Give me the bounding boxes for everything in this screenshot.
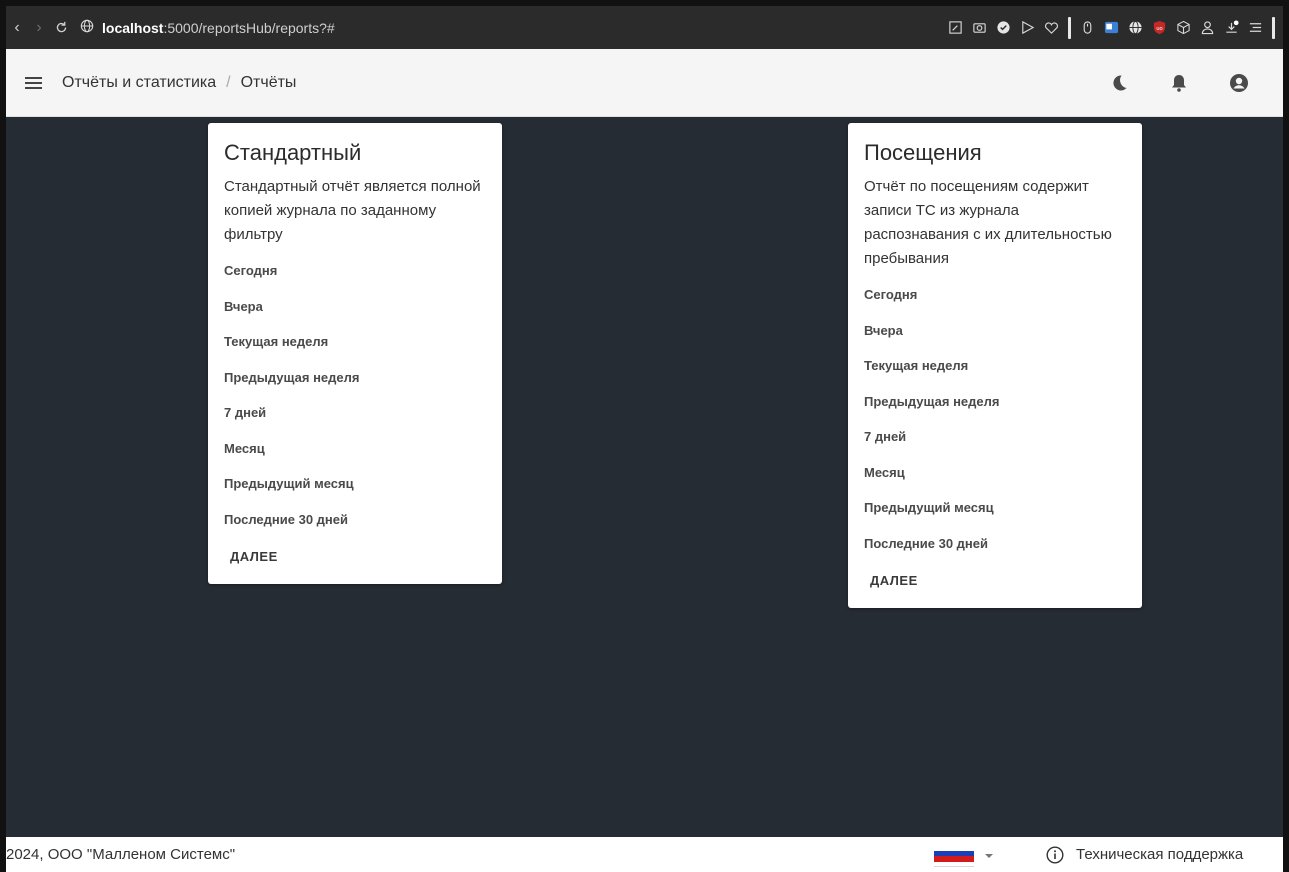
translate-icon[interactable] <box>1104 20 1119 35</box>
period-previous-month[interactable]: Предыдущий месяц <box>864 490 1126 526</box>
card-description: Стандартный отчёт является полной копией… <box>224 178 481 243</box>
app-header: Отчёты и статистика / Отчёты <box>6 49 1283 117</box>
toolbar-edge-divider <box>1272 16 1275 39</box>
period-7-days[interactable]: 7 дней <box>224 395 486 431</box>
dark-mode-icon[interactable] <box>1089 49 1149 117</box>
back-icon[interactable]: ‹ <box>6 6 28 49</box>
ru-flag-icon <box>934 845 974 867</box>
breadcrumb-current: Отчёты <box>240 73 297 91</box>
card-description: Отчёт по посещениям содержит записи ТС и… <box>864 178 1112 267</box>
list-icon[interactable] <box>1248 20 1263 35</box>
period-previous-week[interactable]: Предыдущая неделя <box>864 384 1126 420</box>
camera-icon[interactable] <box>972 20 987 35</box>
mouse-icon[interactable] <box>1080 20 1095 35</box>
card-title: Стандартный <box>224 140 362 165</box>
download-icon[interactable] <box>1224 20 1239 35</box>
next-button[interactable]: ДАЛЕЕ <box>864 565 924 596</box>
breadcrumb-separator: / <box>226 73 231 91</box>
period-last-30-days[interactable]: Последние 30 дней <box>224 502 486 538</box>
copyright-text: 2024, ООО "Малленом Системс" <box>6 846 236 863</box>
period-7-days[interactable]: 7 дней <box>864 419 1126 455</box>
info-icon <box>1046 845 1064 864</box>
url-path: :5000/reportsHub/reports?# <box>163 19 335 36</box>
chevron-down-icon <box>985 854 993 858</box>
person-icon[interactable] <box>1200 20 1215 35</box>
breadcrumb-root[interactable]: Отчёты и статистика <box>62 74 216 92</box>
forward-icon[interactable]: › <box>28 6 50 49</box>
heart-icon[interactable] <box>1044 20 1059 35</box>
language-select[interactable] <box>934 845 994 867</box>
period-month[interactable]: Месяц <box>224 431 486 467</box>
page-footer: 2024, ООО "Малленом Системс" Техническая… <box>6 837 1283 872</box>
support-label: Техническая поддержка <box>1076 846 1244 863</box>
next-button[interactable]: ДАЛЕЕ <box>224 541 284 572</box>
period-month[interactable]: Месяц <box>864 455 1126 491</box>
cube-icon[interactable] <box>1176 20 1191 35</box>
period-previous-month[interactable]: Предыдущий месяц <box>224 466 486 502</box>
reload-icon[interactable] <box>50 6 72 49</box>
shield-icon[interactable] <box>996 20 1011 35</box>
send-icon[interactable] <box>1020 20 1035 35</box>
period-yesterday[interactable]: Вчера <box>864 313 1126 349</box>
ublock-icon[interactable]: uo <box>1152 20 1167 35</box>
breadcrumb: Отчёты и статистика / Отчёты <box>62 74 296 92</box>
notifications-icon[interactable] <box>1149 49 1209 117</box>
support-link[interactable]: Техническая поддержка <box>1046 837 1243 872</box>
toolbar-divider <box>1068 16 1071 39</box>
reports-area: Стандартный Стандартный отчёт является п… <box>6 117 1283 837</box>
address-bar[interactable]: localhost:5000/reportsHub/reports?# <box>80 6 335 49</box>
period-last-30-days[interactable]: Последние 30 дней <box>864 526 1126 562</box>
account-icon[interactable] <box>1209 49 1269 117</box>
period-current-week[interactable]: Текущая неделя <box>224 324 486 360</box>
url-host: localhost <box>102 19 164 36</box>
svg-text:uo: uo <box>1156 26 1162 32</box>
extensions-bar: uo <box>948 16 1283 39</box>
edit-icon[interactable] <box>948 20 963 35</box>
report-card-standard: Стандартный Стандартный отчёт является п… <box>208 123 502 584</box>
card-title: Посещения <box>864 140 982 165</box>
site-info-icon[interactable] <box>80 19 94 36</box>
period-yesterday[interactable]: Вчера <box>224 289 486 325</box>
report-card-visits: Посещения Отчёт по посещениям содержит з… <box>848 123 1142 608</box>
period-today[interactable]: Сегодня <box>224 253 486 289</box>
browser-window: ‹ › localhost:5000/reportsHub/reports?# … <box>0 0 1289 872</box>
period-current-week[interactable]: Текущая неделя <box>864 348 1126 384</box>
menu-icon[interactable] <box>6 49 62 117</box>
header-actions <box>1089 49 1283 117</box>
period-today[interactable]: Сегодня <box>864 277 1126 313</box>
period-previous-week[interactable]: Предыдущая неделя <box>224 360 486 396</box>
browser-toolbar: ‹ › localhost:5000/reportsHub/reports?# … <box>6 6 1283 49</box>
globe-icon[interactable] <box>1128 20 1143 35</box>
